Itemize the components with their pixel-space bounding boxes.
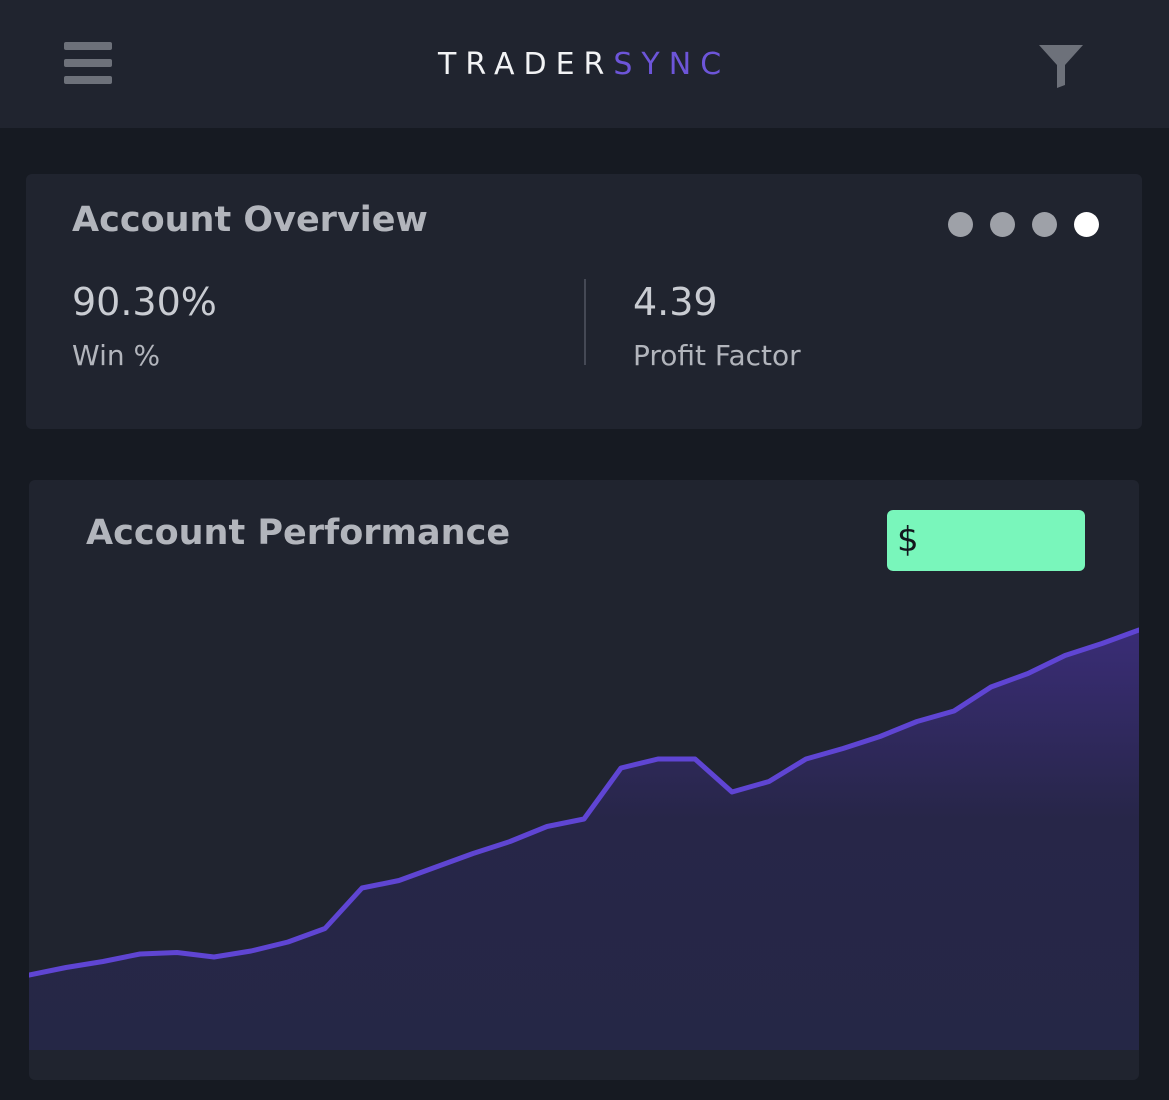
chart-point: [656, 757, 660, 761]
pager-dot-4-active[interactable]: [1074, 212, 1099, 237]
chart-point: [1063, 653, 1067, 658]
chart-point: [212, 955, 216, 959]
win-rate-label: Win %: [72, 339, 161, 372]
win-rate-value: 90.30%: [72, 280, 217, 324]
account-performance-title: Account Performance: [86, 513, 511, 553]
chart-point: [841, 746, 845, 751]
chart-point: [249, 949, 253, 953]
chart-point: [804, 757, 808, 761]
stat-divider: [584, 279, 586, 365]
chart-point: [471, 851, 475, 856]
chart-point: [397, 878, 401, 883]
chart-point: [323, 926, 327, 931]
chart-point: [101, 959, 105, 964]
chart-point: [915, 719, 919, 724]
chart-point: [545, 824, 549, 829]
chart-point: [138, 952, 142, 956]
chart-point: [175, 950, 179, 955]
menu-bar-line: [64, 76, 112, 84]
pager-dot-3[interactable]: [1032, 212, 1057, 237]
chart-point: [1100, 641, 1104, 646]
account-overview-card: Account Overview 90.30% Win % 4.39 Profi…: [26, 174, 1142, 429]
chart-point: [508, 839, 512, 844]
chart-point: [619, 766, 623, 770]
chart-point: [767, 779, 771, 784]
chart-point: [434, 865, 438, 869]
filter-icon[interactable]: [1038, 43, 1084, 89]
chart-point: [360, 886, 364, 890]
filter-funnel-icon: [1039, 45, 1083, 88]
logo-text-trader: TRADER: [438, 47, 614, 82]
profit-factor-label: Profit Factor: [633, 339, 801, 372]
chart-point: [64, 965, 68, 970]
account-overview-title: Account Overview: [72, 200, 428, 240]
hamburger-menu-icon[interactable]: [64, 42, 114, 84]
menu-bar-line: [64, 42, 112, 50]
balance-badge: $: [887, 510, 1085, 571]
top-bar: TRADERSYNC: [0, 0, 1169, 128]
chart-point: [693, 757, 697, 761]
chart-point: [730, 790, 734, 794]
chart-point: [582, 817, 586, 821]
pager-dot-1[interactable]: [948, 212, 973, 237]
app-logo: TRADERSYNC: [438, 45, 730, 85]
chart-point: [952, 709, 956, 713]
menu-bar-line: [64, 59, 112, 67]
logo-text-sync: SYNC: [613, 47, 731, 82]
chart-point: [989, 685, 993, 689]
profit-factor-value: 4.39: [633, 280, 718, 324]
chart-point: [878, 734, 882, 739]
chart-area-fill: [29, 630, 1139, 1050]
chart-point: [286, 940, 290, 944]
chart-point: [1026, 671, 1030, 676]
pager-dot-2[interactable]: [990, 212, 1015, 237]
account-performance-card: Account Performance $: [29, 480, 1139, 1080]
